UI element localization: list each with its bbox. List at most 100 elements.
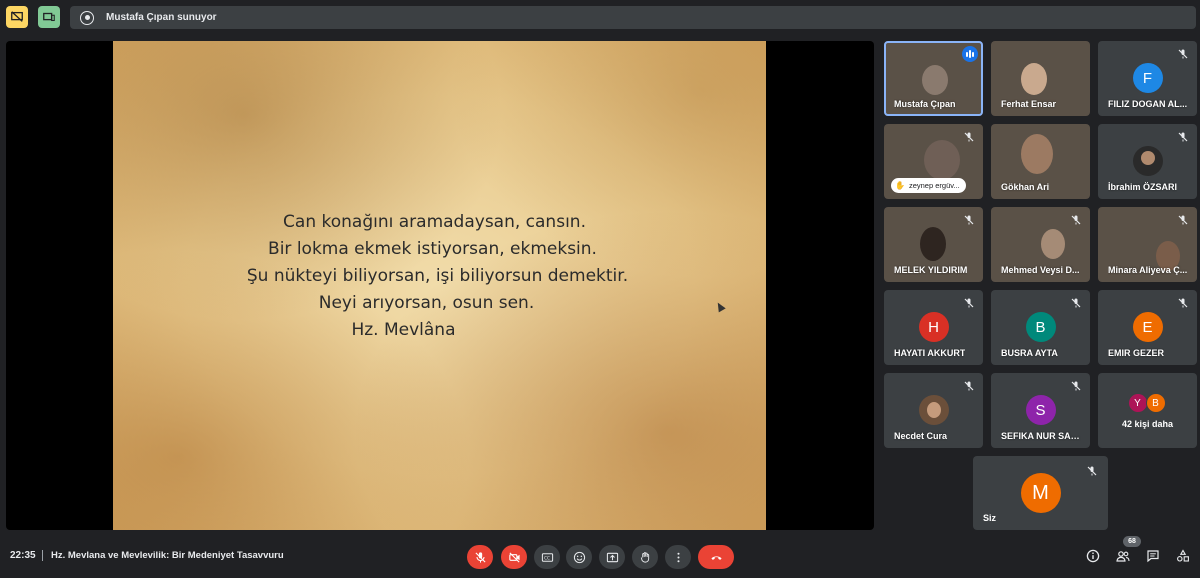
participant-tile[interactable]: Gökhan Ari (991, 124, 1090, 199)
mic-off-icon (1087, 466, 1097, 476)
bottom-bar: 22:35 Hz. Mevlana ve Mevlevilik: Bir Med… (0, 536, 1200, 578)
slide-line: Can konağını aramadaysan, cansın. (283, 212, 586, 232)
chat-button[interactable] (1145, 548, 1161, 564)
slide-text: Can konağını aramadaysan, cansın. Bir lo… (113, 209, 766, 344)
emoji-icon (573, 551, 585, 563)
slide-line: Şu nükteyi biliyorsan, işi biliyorsun de… (246, 266, 629, 286)
participant-avatar: Y (1127, 393, 1148, 413)
mic-off-icon (1178, 132, 1188, 142)
participant-video (922, 65, 948, 95)
participant-tile[interactable]: ✋ zeynep ergüv... (884, 124, 983, 199)
participant-name: Necdet Cura (894, 431, 948, 441)
present-button[interactable] (599, 545, 625, 569)
raise-hand-button[interactable] (632, 545, 658, 569)
mic-off-icon (1178, 215, 1188, 225)
devices-icon (43, 12, 55, 22)
camera-off-icon (508, 551, 520, 563)
participant-tile[interactable]: MELEK YILDIRIM (884, 207, 983, 282)
participant-name: Ferhat Ensar (1001, 99, 1057, 109)
more-avatars: Y B (1127, 393, 1170, 413)
mic-off-icon (964, 381, 974, 391)
top-bar: Mustafa Çıpan sunuyor (0, 0, 1200, 36)
microphone-button[interactable] (467, 545, 493, 569)
participant-avatar: B (1145, 393, 1166, 413)
participant-name: Gökhan Ari (1001, 182, 1050, 192)
people-icon (1116, 551, 1130, 562)
end-call-icon (710, 555, 722, 560)
participant-avatar: E (1132, 312, 1163, 342)
info-icon (1086, 549, 1100, 563)
participant-avatar (1132, 146, 1163, 176)
slide-line: Neyi arıyorsan, osun sen. (318, 293, 535, 313)
participant-tile[interactable]: F FILIZ DOGAN AL... (1098, 41, 1197, 116)
participant-tile[interactable]: S SEFIKA NUR SAG... (991, 373, 1090, 448)
participant-tile[interactable]: İbrahim ÖZSARI (1098, 124, 1197, 199)
participant-name: HAYATI AKKURT (894, 348, 966, 358)
participant-name: SEFIKA NUR SAG... (1001, 431, 1085, 441)
presentation-slide: Can konağını aramadaysan, cansın. Bir lo… (113, 41, 766, 530)
participant-tile[interactable]: Ferhat Ensar (991, 41, 1090, 116)
participant-name: Minara Aliyeva Ç... (1108, 265, 1188, 275)
mic-off-icon (1071, 381, 1081, 391)
mic-off-icon (964, 298, 974, 308)
activities-button[interactable] (1175, 548, 1191, 564)
layout-toggle-button[interactable] (38, 6, 60, 28)
speaking-indicator-icon (962, 46, 978, 62)
captions-button[interactable]: CC (534, 545, 560, 569)
camera-button[interactable] (501, 545, 527, 569)
mic-off-icon (1071, 298, 1081, 308)
participant-avatar: F (1132, 63, 1163, 93)
mic-off-icon (1071, 215, 1081, 225)
raise-hand-icon (640, 551, 649, 563)
more-participants-tile[interactable]: Y B 42 kişi daha (1098, 373, 1197, 448)
participant-avatar (918, 395, 949, 425)
presenter-text: Mustafa Çıpan sunuyor (106, 12, 217, 23)
participant-video (920, 227, 946, 261)
participant-tile[interactable]: H HAYATI AKKURT (884, 290, 983, 365)
mic-off-icon (964, 132, 974, 142)
slide-line: Hz. Mevlâna (351, 320, 456, 340)
raised-hand-badge: ✋ zeynep ergüv... (891, 178, 966, 193)
participant-tile[interactable]: B BUSRA AYTA (991, 290, 1090, 365)
participant-avatar: B (1025, 312, 1056, 342)
participant-video (1021, 134, 1053, 174)
screen-share-off-icon (11, 11, 23, 22)
participant-tile[interactable]: E EMIR GEZER (1098, 290, 1197, 365)
presentation-stage: Can konağını aramadaysan, cansın. Bir lo… (6, 41, 874, 530)
participant-name: EMIR GEZER (1108, 348, 1165, 358)
self-name: Siz (983, 513, 997, 523)
people-button[interactable] (1115, 548, 1131, 564)
more-participants-label: 42 kişi daha (1121, 419, 1174, 429)
participant-name: Mustafa Çıpan (894, 99, 956, 109)
mic-off-icon (1178, 298, 1188, 308)
presentation-toggle-button[interactable] (6, 6, 28, 28)
participant-name: zeynep ergüv... (908, 181, 960, 190)
participant-count-badge: 68 (1123, 536, 1141, 547)
emoji-button[interactable] (566, 545, 592, 569)
more-options-button[interactable] (665, 545, 691, 569)
participant-tile[interactable]: Minara Aliyeva Ç... (1098, 207, 1197, 282)
mic-off-icon (1178, 49, 1188, 59)
captions-icon: CC (541, 552, 553, 562)
divider (42, 550, 43, 561)
participant-avatar: S (1025, 395, 1056, 425)
mic-off-icon (474, 551, 486, 563)
mic-off-icon (964, 215, 974, 225)
self-tile[interactable]: M Siz (973, 456, 1108, 530)
meeting-details-button[interactable] (1085, 548, 1101, 564)
presenter-banner: Mustafa Çıpan sunuyor (70, 6, 1196, 29)
self-avatar: M (1020, 473, 1061, 513)
participant-name: FILIZ DOGAN AL... (1108, 99, 1188, 109)
svg-text:CC: CC (544, 555, 550, 560)
participant-video (1021, 63, 1047, 95)
meeting-title: Hz. Mevlana ve Mevlevilik: Bir Medeniyet… (51, 550, 284, 561)
participant-name: Mehmed Veysi D... (1001, 265, 1080, 275)
participant-tile[interactable]: Mustafa Çıpan (884, 41, 983, 116)
end-call-button[interactable] (698, 545, 734, 569)
participant-tile[interactable]: Mehmed Veysi D... (991, 207, 1090, 282)
participant-video (1041, 229, 1065, 259)
participant-video (924, 140, 960, 180)
participant-tile[interactable]: Necdet Cura (884, 373, 983, 448)
activities-icon (1177, 549, 1189, 562)
raised-hand-icon: ✋ (895, 181, 905, 190)
